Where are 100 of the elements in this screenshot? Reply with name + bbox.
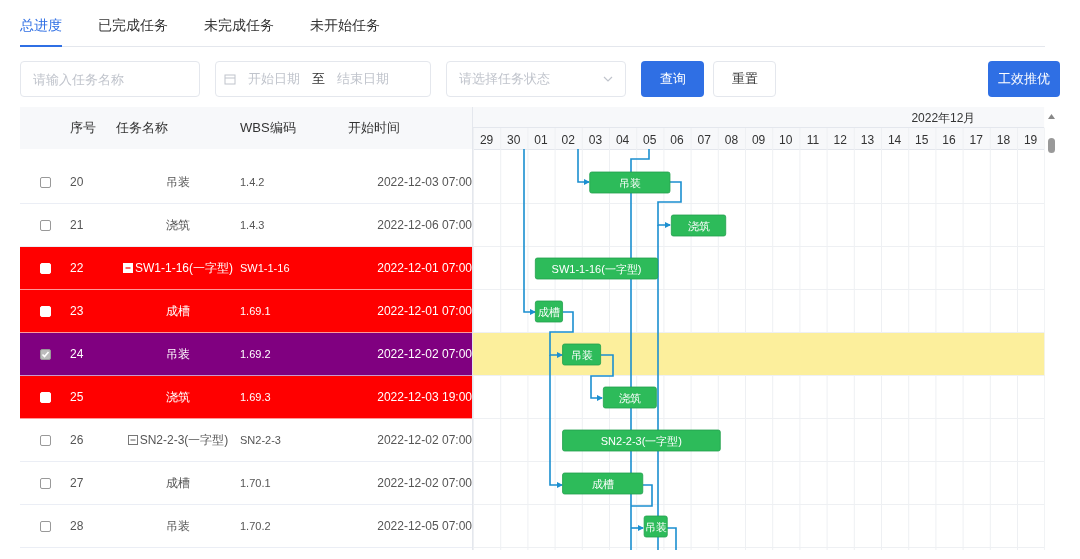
table-cell: 1.4.3	[240, 219, 265, 231]
table-cell-text: 成槽	[166, 475, 190, 492]
table-cell: 20	[70, 175, 84, 189]
table-cell: 2022-12-01 07:00	[377, 261, 472, 275]
task-bar[interactable]: 吊装	[643, 515, 668, 538]
row-checkbox[interactable]	[39, 477, 51, 489]
day-label: 29	[479, 133, 494, 147]
table-cell-text: 吊装	[166, 518, 190, 535]
column-header: 任务名称	[116, 120, 168, 136]
date-range-field[interactable]: 开始日期 至 结束日期	[215, 61, 431, 97]
table-cell: SW1-1-16	[240, 262, 290, 274]
day-label: 05	[643, 133, 657, 147]
task-name-field[interactable]: 请输入任务名称	[20, 61, 200, 97]
dependency-arrow	[657, 181, 682, 228]
tab[interactable]: 总进度	[20, 15, 62, 47]
task-bar[interactable]: 浇筑	[670, 214, 727, 237]
table-cell: 25	[70, 390, 84, 404]
table-cell: 2022-12-03 07:00	[377, 175, 472, 189]
table-cell: 23	[70, 304, 84, 318]
day-label: 10	[779, 133, 793, 147]
dependency-arrow	[590, 354, 614, 401]
highlighted-row[interactable]: 24 吊装 1.69.2 2022-12-02 07:00	[20, 333, 472, 376]
table-cell: 1.70.2	[240, 520, 271, 532]
highlighted-row[interactable]: 23 成槽 1.69.1 2022-12-01 07:00	[20, 290, 472, 333]
reset-button[interactable]: 重置	[713, 61, 776, 97]
tab[interactable]: 已完成任务	[98, 15, 168, 47]
row-checkbox[interactable]	[39, 348, 51, 360]
day-label: 04	[615, 133, 630, 147]
task-bar[interactable]: 成槽	[562, 472, 644, 495]
table-cell: 2022-12-05 07:00	[377, 519, 472, 533]
day-label: 03	[588, 133, 603, 147]
highlighted-row[interactable]: 25 浇筑 1.69.3 2022-12-03 19:00	[20, 376, 472, 419]
table-cell-text: 浇筑	[166, 217, 190, 234]
table-cell-text: SW1-1-16(一字型)	[135, 260, 233, 277]
row-checkbox[interactable]	[39, 219, 51, 231]
day-label: 15	[915, 133, 929, 147]
scroll-up-icon[interactable]	[1048, 114, 1055, 119]
day-label: 12	[833, 133, 847, 147]
status-field[interactable]: 请选择任务状态	[459, 69, 589, 89]
start-date-field[interactable]: 开始日期	[244, 69, 304, 89]
day-label: 18	[996, 133, 1011, 147]
day-label: 08	[724, 133, 739, 147]
calendar-icon	[224, 73, 236, 85]
table-cell: SN2-2-3	[240, 434, 281, 446]
row-checkbox[interactable]	[39, 176, 51, 188]
scrollbar-thumb[interactable]	[1048, 138, 1055, 153]
collapse-toggle-icon[interactable]	[127, 435, 138, 445]
table-cell: 2022-12-06 07:00	[377, 218, 472, 232]
day-label: 06	[670, 133, 684, 147]
table-cell: 27	[70, 476, 84, 490]
column-header: 序号	[70, 120, 96, 136]
day-label: 19	[1023, 133, 1038, 147]
day-label: 16	[942, 133, 956, 147]
table-cell-text: 吊装	[166, 174, 190, 191]
task-bar[interactable]: 浇筑	[602, 386, 657, 409]
table-cell-text: SN2-2-3(一字型)	[139, 432, 229, 449]
optimize-button[interactable]: 工效推优	[988, 61, 1060, 97]
status-select[interactable]: 请选择任务状态	[446, 61, 626, 97]
task-bar[interactable]: 吊装	[589, 171, 671, 194]
table-cell: 1.4.2	[240, 176, 265, 188]
day-label: 13	[860, 133, 875, 147]
table-cell: 1.69.2	[240, 348, 271, 360]
task-bar[interactable]: 成槽	[534, 300, 563, 323]
day-label: 09	[751, 133, 766, 147]
table-cell: 2022-12-02 07:00	[377, 433, 472, 447]
dependency-line	[665, 527, 677, 550]
column-header: 开始时间	[348, 120, 400, 136]
table-cell-text: 浇筑	[166, 389, 190, 406]
task-bar[interactable]: 吊装	[562, 343, 601, 366]
dependency-arrow	[630, 525, 644, 531]
table-cell: 24	[70, 347, 84, 361]
day-label: 30	[507, 133, 521, 147]
tab[interactable]: 未开始任务	[310, 15, 380, 47]
dependency-arrow	[577, 148, 590, 185]
day-label: 01	[534, 133, 548, 147]
day-label: 07	[697, 133, 711, 147]
table-cell: 26	[70, 433, 84, 447]
row-checkbox[interactable]	[39, 434, 51, 446]
chevron-down-icon	[603, 76, 613, 82]
table-cell-text: 成槽	[166, 303, 190, 320]
task-bar[interactable]: SW1-1-16(一字型)	[534, 257, 659, 280]
table-cell: 1.69.1	[240, 305, 271, 317]
day-label: 17	[969, 133, 983, 147]
range-separator: 至	[312, 70, 325, 89]
query-button[interactable]: 查询	[641, 61, 704, 97]
table-cell: 2022-12-02 07:00	[377, 476, 472, 490]
task-bar[interactable]: SN2-2-3(一字型)	[562, 429, 721, 452]
table-cell: 1.69.3	[240, 391, 271, 403]
day-label: 02	[561, 133, 575, 147]
end-date-field[interactable]: 结束日期	[333, 69, 393, 89]
day-label: 11	[806, 133, 820, 147]
table-cell: 2022-12-03 19:00	[377, 390, 472, 404]
tab[interactable]: 未完成任务	[204, 15, 274, 47]
table-cell: 21	[70, 218, 84, 232]
row-checkbox[interactable]	[39, 520, 51, 532]
month-label: 2022年12月	[911, 111, 976, 125]
table-cell-text: 吊装	[166, 346, 190, 363]
column-header: WBS编码	[240, 120, 296, 136]
table-cell: 2022-12-02 07:00	[377, 347, 472, 361]
table-cell: 1.70.1	[240, 477, 271, 489]
